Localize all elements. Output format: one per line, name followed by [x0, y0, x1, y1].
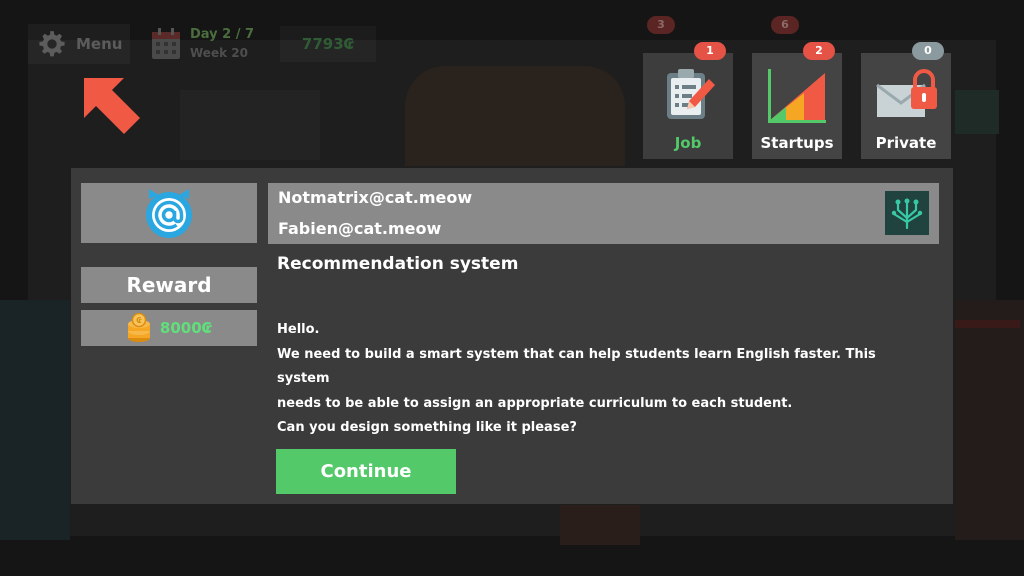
- private-badge: 0: [912, 42, 944, 60]
- reward-amount-box: ₢ 8000₢: [81, 310, 257, 346]
- reward-title: Reward: [81, 267, 257, 303]
- email-subject: Recommendation system: [277, 254, 519, 274]
- email-dialog: Reward ₢ 8000₢ Notmatrix@cat.meow Fabien…: [71, 168, 953, 504]
- email-body-line: Hello.: [277, 322, 320, 337]
- menu-button[interactable]: Menu: [28, 24, 130, 64]
- cat-at-icon: [146, 189, 192, 238]
- gear-icon: [39, 31, 65, 57]
- locked-envelope-icon: [876, 69, 937, 117]
- company-logo: [885, 191, 929, 235]
- tab-startups[interactable]: 2 Startups: [752, 42, 842, 159]
- job-badge: 1: [694, 42, 726, 60]
- continue-button[interactable]: Continue: [276, 449, 456, 494]
- week-label: Week 20: [190, 46, 248, 60]
- svg-text:₢: ₢: [136, 316, 142, 325]
- menu-label: Menu: [76, 35, 123, 53]
- sender-avatar: [81, 183, 257, 243]
- email-body-line: Can you design something like it please?: [277, 420, 577, 435]
- tab-job-label: Job: [674, 134, 702, 152]
- day-indicator: Day 2 / 7 Week 20: [150, 22, 254, 66]
- tab-job[interactable]: 1 Job: [643, 42, 733, 159]
- email-to: Fabien@cat.meow: [278, 219, 442, 238]
- email-header: Notmatrix@cat.meow Fabien@cat.meow: [268, 183, 939, 244]
- inbox-badge: 3: [647, 16, 675, 34]
- tab-private[interactable]: 0 Private: [861, 42, 951, 159]
- circuit-tree-icon: [891, 198, 923, 230]
- email-from: Notmatrix@cat.meow: [278, 188, 473, 207]
- money-display: 7793₢: [280, 26, 376, 62]
- tab-private-label: Private: [875, 134, 937, 152]
- tutorial-arrow-icon: [84, 78, 140, 134]
- startups-badge: 2: [803, 42, 835, 60]
- email-body-line: needs to be able to assign an appropriat…: [277, 395, 793, 411]
- day-label: Day 2 / 7: [190, 27, 255, 42]
- shop-badge: 6: [771, 16, 799, 34]
- clipboard-pencil-icon: [667, 69, 715, 119]
- email-body-line: We need to build a smart system that can…: [277, 346, 876, 387]
- tab-startups-label: Startups: [760, 134, 834, 152]
- growth-chart-icon: [768, 69, 826, 123]
- reward-amount: 8000₢: [159, 319, 213, 337]
- coin-stack-icon: ₢: [127, 313, 150, 342]
- calendar-icon: [152, 28, 180, 59]
- email-body: Hello. We need to build a smart system t…: [277, 318, 927, 441]
